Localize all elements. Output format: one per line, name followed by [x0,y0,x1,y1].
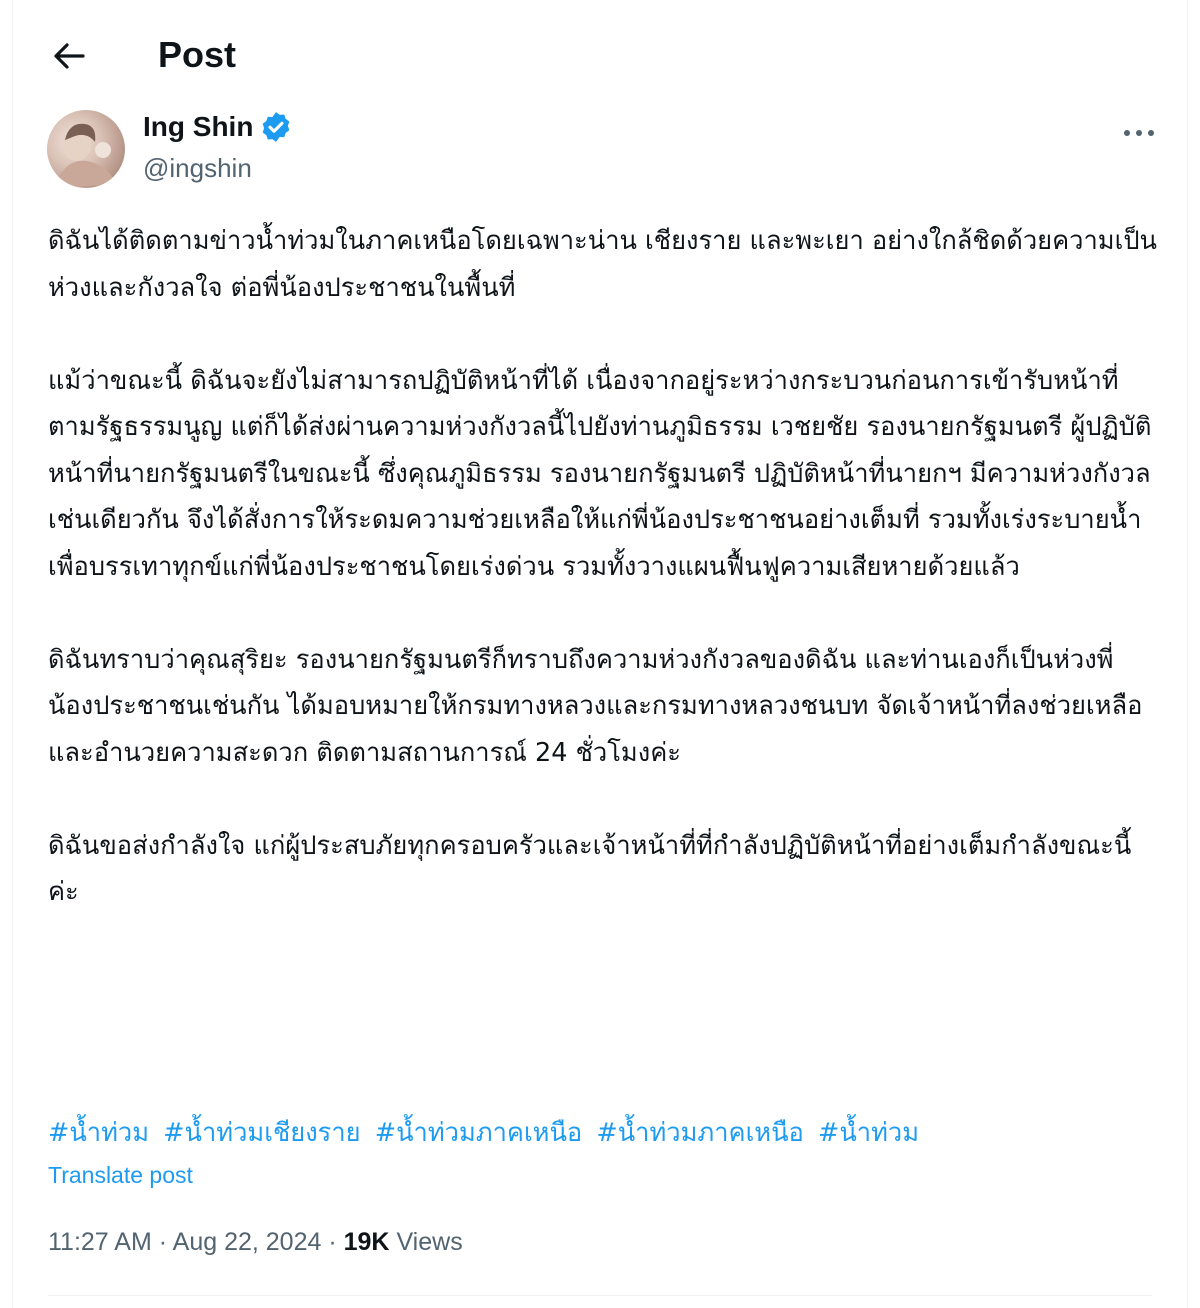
post-page: Post Ing Shin @ingshin ดิฉันได้ติดตามข่า… [12,0,1188,1308]
meta-separator: · [328,1228,337,1256]
name-row: Ing Shin [143,110,293,144]
post-time[interactable]: 11:27 AM [48,1228,152,1256]
author-handle[interactable]: @ingshin [143,153,252,184]
page-title: Post [158,34,237,75]
avatar[interactable] [47,110,125,188]
translate-post-link[interactable]: Translate post [48,1162,193,1189]
meta-separator: · [158,1228,168,1256]
more-options-button[interactable] [1119,118,1159,148]
views-label: Views [396,1228,463,1256]
arrow-left-icon [54,43,85,69]
post-date[interactable]: Aug 22, 2024 [173,1228,322,1256]
hashtag-link[interactable]: #น้ำท่วมภาคเหนือ [596,1118,804,1148]
hashtag-link[interactable]: #น้ำท่วม [818,1118,919,1148]
author-name[interactable]: Ing Shin [143,111,253,143]
verified-badge-icon [263,112,290,142]
header: Post [13,0,1187,110]
post-paragraph: ดิฉันทราบว่าคุณสุริยะ รองนายกรัฐมนตรีก็ท… [48,644,1143,768]
hashtag-link[interactable]: #น้ำท่วมเชียงราย [163,1118,360,1148]
hashtag-link[interactable]: #น้ำท่วมภาคเหนือ [375,1118,583,1148]
avatar-image [57,123,117,188]
hashtag-link[interactable]: #น้ำท่วม [48,1118,149,1148]
post-text: ดิฉันได้ติดตามข่าวน้ำท่วมในภาคเหนือโดยเฉ… [48,218,1158,962]
post-meta: 11:27 AM · Aug 22, 2024 · 19K Views [48,1228,463,1257]
hashtag-list: #น้ำท่วม #น้ำท่วมเชียงราย #น้ำท่วมภาคเหน… [48,1110,1178,1156]
post-paragraph: แม้ว่าขณะนี้ ดิฉันจะยังไม่สามารถปฏิบัติห… [48,365,1152,582]
divider [48,1295,1152,1296]
post-paragraph: ดิฉันขอส่งกำลังใจ แก่ผู้ประสบภัยทุกครอบค… [48,830,1132,908]
more-horizontal-icon [1124,130,1154,136]
post-paragraph: ดิฉันได้ติดตามข่าวน้ำท่วมในภาคเหนือโดยเฉ… [48,226,1157,303]
back-button[interactable] [45,32,93,80]
author-row: Ing Shin @ingshin [13,108,1187,188]
views-count: 19K [343,1228,390,1256]
